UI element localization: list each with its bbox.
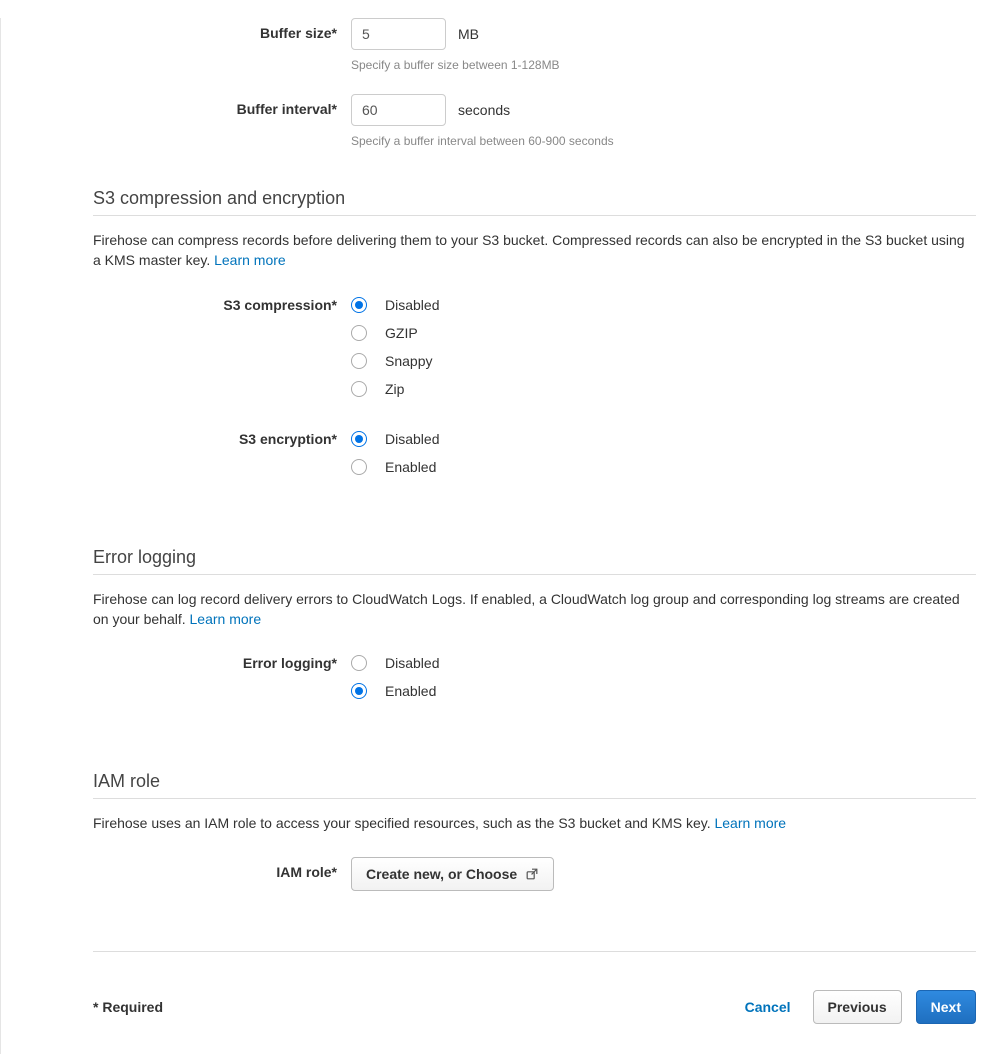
buffer-interval-help: Specify a buffer interval between 60-900…	[351, 134, 976, 148]
buffer-size-input[interactable]	[351, 18, 446, 50]
error-learn-more-link[interactable]: Learn more	[190, 611, 262, 627]
iam-role-label: IAM role*	[93, 857, 351, 880]
s3-compression-radio-disabled[interactable]	[351, 297, 367, 313]
section-divider	[93, 798, 976, 799]
error-section-desc: Firehose can log record delivery errors …	[93, 589, 976, 630]
iam-role-create-choose-button[interactable]: Create new, or Choose	[351, 857, 554, 891]
iam-section-title: IAM role	[93, 771, 976, 792]
buffer-interval-unit: seconds	[458, 102, 510, 118]
compression-section-desc: Firehose can compress records before del…	[93, 230, 976, 271]
error-logging-option-label: Disabled	[385, 655, 439, 671]
buffer-interval-label: Buffer interval*	[93, 94, 351, 117]
buffer-size-label: Buffer size*	[93, 18, 351, 41]
section-divider	[93, 215, 976, 216]
error-section-title: Error logging	[93, 547, 976, 568]
external-link-icon	[525, 867, 539, 881]
s3-encryption-radio-disabled[interactable]	[351, 431, 367, 447]
s3-compression-label: S3 compression*	[93, 295, 351, 313]
buffer-interval-input[interactable]	[351, 94, 446, 126]
s3-compression-radio-gzip[interactable]	[351, 325, 367, 341]
error-logging-label: Error logging*	[93, 653, 351, 671]
error-logging-radio-disabled[interactable]	[351, 655, 367, 671]
iam-section-desc: Firehose uses an IAM role to access your…	[93, 813, 976, 833]
compression-learn-more-link[interactable]: Learn more	[214, 252, 286, 268]
footer-divider	[93, 951, 976, 952]
required-note: * Required	[93, 999, 163, 1015]
iam-learn-more-link[interactable]: Learn more	[714, 815, 786, 831]
s3-compression-option-label: Disabled	[385, 297, 439, 313]
previous-button[interactable]: Previous	[813, 990, 902, 1024]
s3-compression-radio-zip[interactable]	[351, 381, 367, 397]
s3-compression-option-label: Snappy	[385, 353, 432, 369]
s3-encryption-option-label: Disabled	[385, 431, 439, 447]
s3-encryption-label: S3 encryption*	[93, 429, 351, 447]
error-logging-option-label: Enabled	[385, 683, 436, 699]
compression-section-title: S3 compression and encryption	[93, 188, 976, 209]
s3-encryption-radio-enabled[interactable]	[351, 459, 367, 475]
s3-compression-radio-snappy[interactable]	[351, 353, 367, 369]
s3-compression-option-label: GZIP	[385, 325, 418, 341]
section-divider	[93, 574, 976, 575]
s3-encryption-option-label: Enabled	[385, 459, 436, 475]
s3-compression-option-label: Zip	[385, 381, 404, 397]
buffer-size-help: Specify a buffer size between 1-128MB	[351, 58, 976, 72]
error-logging-radio-enabled[interactable]	[351, 683, 367, 699]
buffer-size-unit: MB	[458, 26, 479, 42]
next-button[interactable]: Next	[916, 990, 976, 1024]
cancel-button[interactable]: Cancel	[737, 999, 799, 1015]
